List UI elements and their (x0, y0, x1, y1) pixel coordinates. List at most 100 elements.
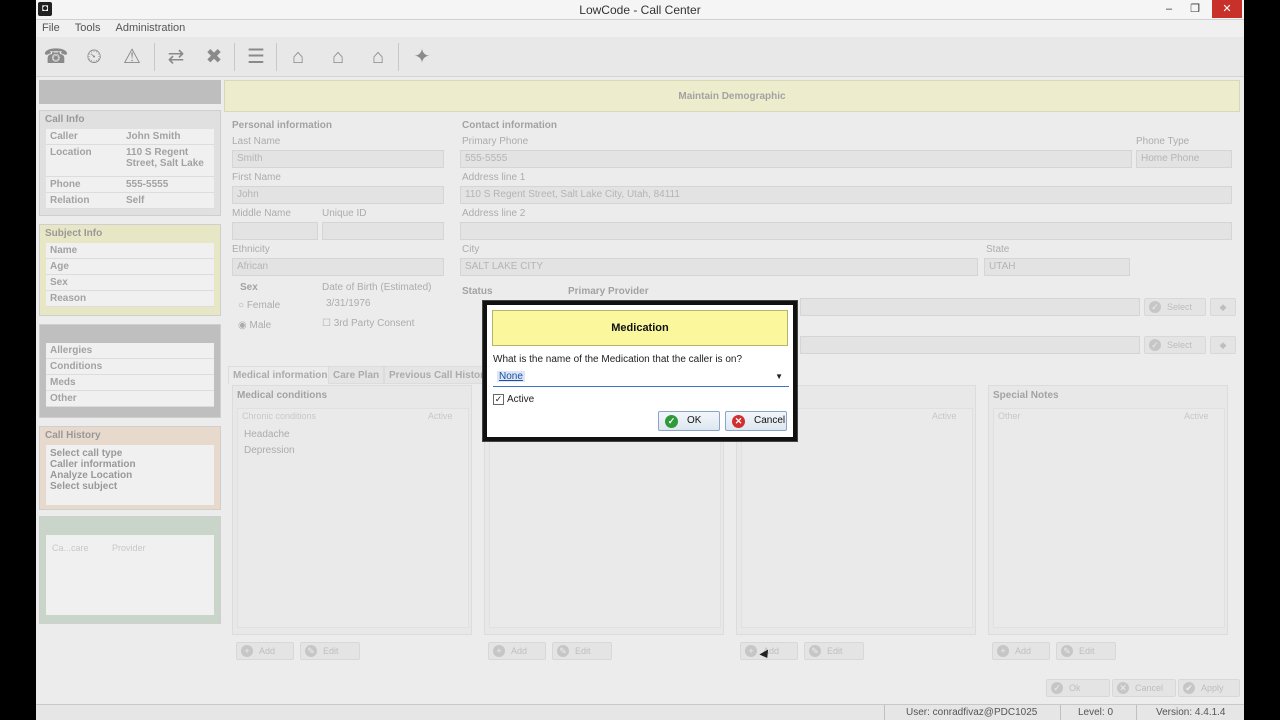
document-icon[interactable]: ☰ (242, 43, 270, 71)
network-icon[interactable]: ✦ (408, 43, 436, 71)
medical-row-conditions[interactable]: Conditions (46, 359, 214, 375)
cancel-button[interactable]: ✕ Cancel (725, 411, 787, 431)
menu-bar: File Tools Administration (36, 20, 1244, 37)
provider-field-1[interactable] (800, 298, 1140, 316)
page-title: Maintain Demographic (224, 80, 1240, 112)
first-name-field[interactable]: John (232, 186, 444, 204)
female-radio[interactable]: ○ Female (238, 300, 280, 311)
menu-file[interactable]: File (42, 20, 60, 37)
list-item[interactable]: Headache (244, 429, 290, 440)
history-step[interactable]: Select call type (50, 448, 210, 459)
last-name-field[interactable]: Smith (232, 150, 444, 168)
call-history-header: Call History (45, 430, 101, 441)
middle-name-field[interactable] (232, 222, 318, 240)
provider-field-2[interactable] (800, 336, 1140, 354)
column-header: Special Notes (993, 390, 1059, 401)
call-info-row: Location 110 S Regent Street, Salt Lake (46, 145, 214, 177)
checkbox-icon: ✓ (493, 394, 504, 405)
call-info-header: Call Info (45, 114, 85, 125)
status-label: Status (462, 286, 493, 297)
medical-row-other[interactable]: Other (46, 391, 214, 407)
form-ok-button[interactable]: ✓ Ok (1046, 679, 1110, 697)
medical-row-meds[interactable]: Meds (46, 375, 214, 391)
edit-button[interactable]: ✎ Edit (804, 642, 864, 660)
state-select[interactable]: UTAH (984, 258, 1130, 276)
add-button[interactable]: + Add (992, 642, 1050, 660)
select-button-2[interactable]: ✓ Select (1144, 336, 1206, 354)
provider-col-care: Ca...care (52, 543, 89, 553)
menu-administration[interactable]: Administration (116, 20, 186, 37)
form-apply-button[interactable]: ✔ Apply (1178, 679, 1240, 697)
first-name-label: First Name (232, 172, 281, 183)
contact-header: Contact information (462, 120, 557, 131)
subject-row-sex[interactable]: Sex (46, 275, 214, 291)
form-cancel-button[interactable]: ✕ Cancel (1112, 679, 1176, 697)
add-button[interactable]: + Add (488, 642, 546, 660)
restore-button[interactable]: ❐ (1182, 0, 1208, 18)
unique-id-label: Unique ID (322, 208, 367, 219)
state-label: State (986, 244, 1010, 255)
minimize-button[interactable]: – (1156, 0, 1182, 18)
primary-phone-field[interactable]: 555-5555 (460, 150, 1132, 168)
call-info-row: Phone 555-5555 (46, 177, 214, 193)
menu-tools[interactable]: Tools (75, 20, 101, 37)
third-party-checkbox[interactable]: ☐ 3rd Party Consent (322, 318, 414, 329)
male-radio[interactable]: ◉ Male (238, 320, 271, 331)
close-button[interactable]: ✕ (1212, 0, 1242, 18)
phone-type-label: Phone Type (1136, 136, 1190, 147)
city-label: City (462, 244, 480, 255)
tab-medical-information[interactable]: Medical information (228, 366, 333, 384)
clock-icon[interactable]: ⏲ (80, 43, 108, 71)
subject-row-reason[interactable]: Reason (46, 291, 214, 307)
status-level: Level: 0 (1078, 707, 1114, 718)
ok-button[interactable]: ✓ OK (658, 411, 720, 431)
phone-icon[interactable]: ☎ (42, 43, 70, 71)
select-button-1[interactable]: ✓ Select (1144, 298, 1206, 316)
hangup-icon[interactable]: ✖ (200, 43, 228, 71)
window-title: LowCode - Call Center (579, 3, 701, 17)
edit-button[interactable]: ✎ Edit (300, 642, 360, 660)
provider-action-button-2[interactable]: ◆ (1210, 336, 1236, 354)
medication-select[interactable]: None ▼ (493, 367, 789, 387)
unique-id-field[interactable] (322, 222, 444, 240)
home-icon[interactable]: ⌂ (284, 43, 312, 71)
column-header: Medical conditions (237, 390, 328, 401)
title-bar: ◘ LowCode - Call Center – ❐ ✕ (36, 0, 1244, 20)
address1-label: Address line 1 (462, 172, 526, 183)
subject-row-name[interactable]: Name (46, 243, 214, 259)
status-version: Version: 4.4.1.4 (1156, 707, 1226, 718)
chevron-down-icon[interactable]: ▼ (775, 367, 783, 387)
sex-label: Sex (240, 282, 258, 293)
subject-info-header: Subject Info (45, 228, 103, 239)
history-step[interactable]: Select subject (50, 481, 210, 492)
tab-care-plan[interactable]: Care Plan (328, 366, 385, 384)
dob-field[interactable]: 3/31/1976 (326, 298, 371, 309)
home-search-icon[interactable]: ⌂ (324, 43, 352, 71)
cancel-icon: ✕ (732, 415, 745, 428)
list-item[interactable]: Depression (244, 445, 295, 456)
active-checkbox[interactable]: ✓ Active (493, 394, 534, 405)
toolbar: ☎ ⏲ ⚠ ⇄ ✖ ☰ ⌂ ⌂ ⌂ ✦ (36, 37, 1244, 77)
add-button[interactable]: + Add (236, 642, 294, 660)
transfer-icon[interactable]: ⇄ (162, 43, 190, 71)
alert-icon[interactable]: ⚠ (118, 43, 146, 71)
address1-field[interactable]: 110 S Regent Street, Salt Lake City, Uta… (460, 186, 1232, 204)
sidebar-top-bar (39, 80, 221, 104)
medical-conditions-list[interactable]: Chronic conditions Active Headache Depre… (237, 408, 469, 628)
phone-type-select[interactable]: Home Phone (1136, 150, 1232, 168)
edit-button[interactable]: ✎ Edit (1056, 642, 1116, 660)
dialog-title: Medication (492, 310, 788, 346)
edit-button[interactable]: ✎ Edit (552, 642, 612, 660)
ethnicity-select[interactable]: African (232, 258, 444, 276)
medication-selected-value: None (497, 371, 525, 382)
medical-row-allergies[interactable]: Allergies (46, 343, 214, 359)
tab-previous-call-history[interactable]: Previous Call History (384, 366, 495, 384)
city-field[interactable]: SALT LAKE CITY (460, 258, 978, 276)
provider-action-button-1[interactable]: ◆ (1210, 298, 1236, 316)
history-step[interactable]: Analyze Location (50, 470, 210, 481)
provider-col-provider: Provider (112, 543, 146, 553)
home-settings-icon[interactable]: ⌂ (364, 43, 392, 71)
subject-row-age[interactable]: Age (46, 259, 214, 275)
address2-field[interactable] (460, 222, 1232, 240)
history-step[interactable]: Caller information (50, 459, 210, 470)
